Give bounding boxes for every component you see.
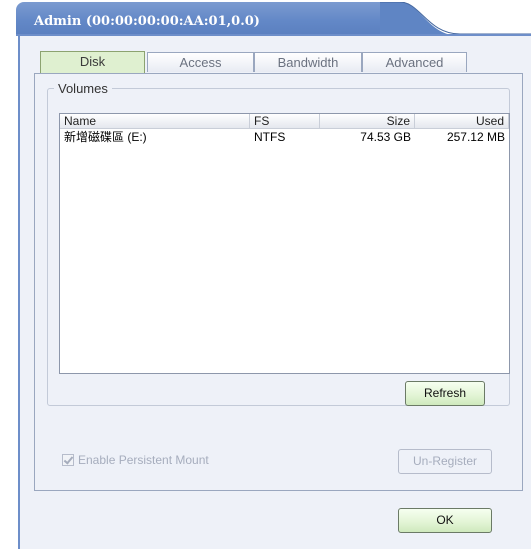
disk-tab-panel: Volumes Name FS Size Used 新增磁碟區 (E:) NTF… bbox=[34, 73, 523, 491]
volume-row[interactable]: 新增磁碟區 (E:) NTFS 74.53 GB 257.12 MB bbox=[60, 130, 509, 145]
window-title: Admin (00:00:00:00:AA:01,0.0) bbox=[34, 14, 260, 29]
tab-disk[interactable]: Disk bbox=[40, 51, 145, 73]
volume-fs-cell: NTFS bbox=[254, 130, 286, 144]
volumes-list[interactable]: Name FS Size Used 新增磁碟區 (E:) NTFS 74.53 … bbox=[59, 113, 510, 374]
column-header-used[interactable]: Used bbox=[415, 114, 509, 129]
unregister-button[interactable]: Un-Register bbox=[398, 449, 492, 474]
admin-window: Admin (00:00:00:00:AA:01,0.0) Disk Acces… bbox=[8, 0, 531, 549]
checkmark-icon[interactable] bbox=[62, 454, 74, 466]
persistent-mount-option[interactable]: Enable Persistent Mount bbox=[62, 452, 209, 468]
column-header-fs[interactable]: FS bbox=[250, 114, 320, 129]
title-bar[interactable]: Admin (00:00:00:00:AA:01,0.0) bbox=[16, 2, 396, 36]
volume-size-cell: 74.53 GB bbox=[360, 130, 411, 144]
volume-used-cell: 257.12 MB bbox=[446, 130, 505, 144]
tab-access[interactable]: Access bbox=[147, 52, 254, 72]
tab-advanced[interactable]: Advanced bbox=[362, 52, 467, 72]
column-header-size[interactable]: Size bbox=[320, 114, 415, 129]
tab-bandwidth[interactable]: Bandwidth bbox=[254, 52, 362, 72]
volumes-list-header: Name FS Size Used bbox=[60, 114, 509, 129]
volumes-group-label: Volumes bbox=[54, 81, 112, 96]
volumes-groupbox: Volumes Name FS Size Used 新增磁碟區 (E:) NTF… bbox=[47, 81, 510, 406]
ok-button[interactable]: OK bbox=[398, 508, 492, 533]
dialog-body: Disk Access Bandwidth Advanced Volumes N… bbox=[18, 36, 531, 549]
volume-name-cell: 新增磁碟區 (E:) bbox=[64, 130, 147, 144]
refresh-button[interactable]: Refresh bbox=[405, 381, 485, 406]
column-header-name[interactable]: Name bbox=[60, 114, 250, 129]
persistent-mount-label: Enable Persistent Mount bbox=[78, 453, 209, 467]
title-bar-curve bbox=[380, 2, 531, 36]
